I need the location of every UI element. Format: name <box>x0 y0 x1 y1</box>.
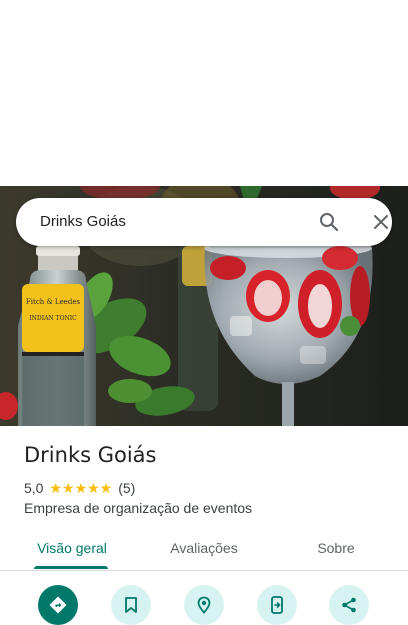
search-bar[interactable]: Drinks Goiás <box>16 198 392 246</box>
bookmark-icon <box>125 597 137 613</box>
svg-text:Fitch & Leedes: Fitch & Leedes <box>26 298 81 306</box>
tab-about[interactable]: Sobre <box>296 530 376 568</box>
search-query[interactable]: Drinks Goiás <box>40 198 126 246</box>
tab-overview[interactable]: Visão geral <box>20 530 124 568</box>
review-count[interactable]: (5) <box>118 480 135 496</box>
action-buttons <box>0 585 408 625</box>
svg-text:INDIAN TONIC: INDIAN TONIC <box>29 315 77 322</box>
send-to-phone-button[interactable] <box>257 585 297 625</box>
directions-button[interactable] <box>38 585 78 625</box>
share-icon <box>342 597 356 613</box>
share-button[interactable] <box>329 585 369 625</box>
rating-stars-icon: ★★★★★ <box>49 479 113 496</box>
map-area[interactable] <box>0 0 408 186</box>
place-category[interactable]: Empresa de organização de eventos <box>24 500 252 516</box>
search-button[interactable] <box>316 210 342 234</box>
rating-row[interactable]: 5,0 ★★★★★ (5) <box>24 479 135 497</box>
directions-icon <box>49 596 67 614</box>
save-button[interactable] <box>111 585 151 625</box>
close-button[interactable] <box>368 210 394 234</box>
send-to-phone-icon <box>271 596 283 614</box>
tab-reviews[interactable]: Avaliações <box>150 530 258 568</box>
pin-icon <box>197 596 211 614</box>
rating-value: 5,0 <box>24 480 44 496</box>
active-tab-indicator <box>34 566 108 569</box>
nearby-button[interactable] <box>184 585 224 625</box>
close-icon <box>374 215 388 229</box>
place-title: Drinks Goiás <box>24 443 157 467</box>
search-icon <box>320 213 339 232</box>
place-tabs: Visão geral Avaliações Sobre <box>0 530 408 571</box>
